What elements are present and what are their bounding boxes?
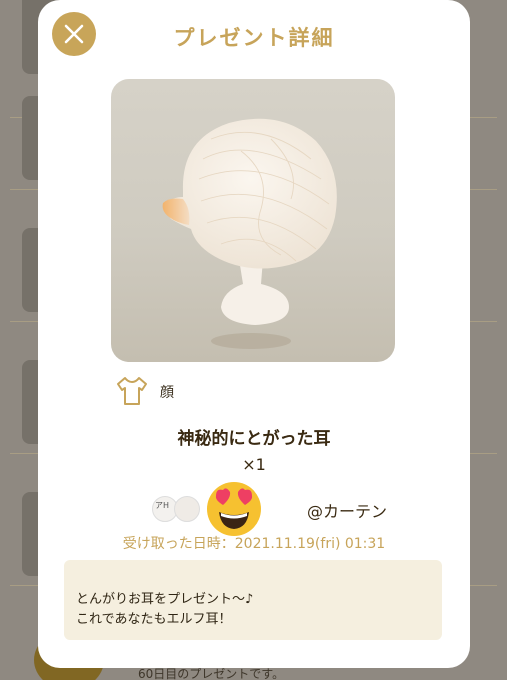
sender-name[interactable]: @カーテン bbox=[307, 498, 387, 522]
message-line: とんがりお耳をプレゼント〜♪ bbox=[76, 592, 254, 607]
item-image bbox=[111, 79, 395, 362]
received-datetime: 受け取った日時：2021.11.19(fri) 01:31 bbox=[122, 536, 386, 552]
item-quantity: ×1 bbox=[242, 455, 266, 474]
item-name: 神秘的にとがった耳 bbox=[177, 429, 331, 449]
heart-eyes-emoji-icon bbox=[207, 482, 261, 536]
shirt-icon bbox=[117, 377, 147, 405]
avatar bbox=[174, 496, 200, 522]
elf-ear-item-illustration bbox=[162, 118, 337, 349]
sender-info: アH @カーテン bbox=[148, 478, 428, 536]
modal-title: プレゼント詳細 bbox=[173, 26, 335, 50]
present-detail-modal: プレゼント詳細 顔 神秘的にとがった耳 ×1 アH @カーテン 受け取った日時：… bbox=[38, 0, 470, 668]
avatar-label: アH bbox=[155, 501, 170, 510]
message-line: これであなたもエルフ耳！ bbox=[76, 612, 232, 627]
present-message: とんがりお耳をプレゼント〜♪ これであなたもエルフ耳！ bbox=[64, 560, 442, 640]
item-category-label: 顔 bbox=[160, 385, 174, 401]
